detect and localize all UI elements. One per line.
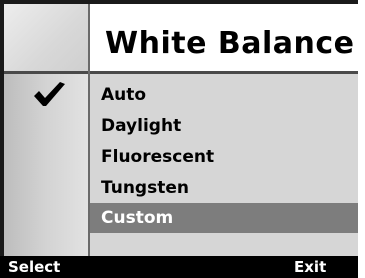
- option-custom[interactable]: Custom: [90, 203, 358, 233]
- option-tungsten[interactable]: Tungsten: [90, 173, 358, 203]
- title-bar: White Balance: [90, 4, 358, 74]
- option-auto[interactable]: Auto: [90, 80, 358, 110]
- option-list: Auto Daylight Fluorescent Tungsten Custo…: [90, 74, 358, 256]
- checkmark-icon: [34, 82, 65, 106]
- option-fluorescent[interactable]: Fluorescent: [90, 142, 358, 172]
- softkey-bar: Select Exit: [0, 256, 358, 278]
- exit-softkey[interactable]: Exit: [294, 256, 326, 278]
- select-softkey[interactable]: Select: [8, 256, 60, 278]
- camera-menu-screen: White Balance Auto Daylight Fluorescent …: [0, 0, 365, 278]
- gutter-header: [4, 4, 88, 74]
- option-daylight[interactable]: Daylight: [90, 111, 358, 141]
- page-title: White Balance: [105, 26, 355, 61]
